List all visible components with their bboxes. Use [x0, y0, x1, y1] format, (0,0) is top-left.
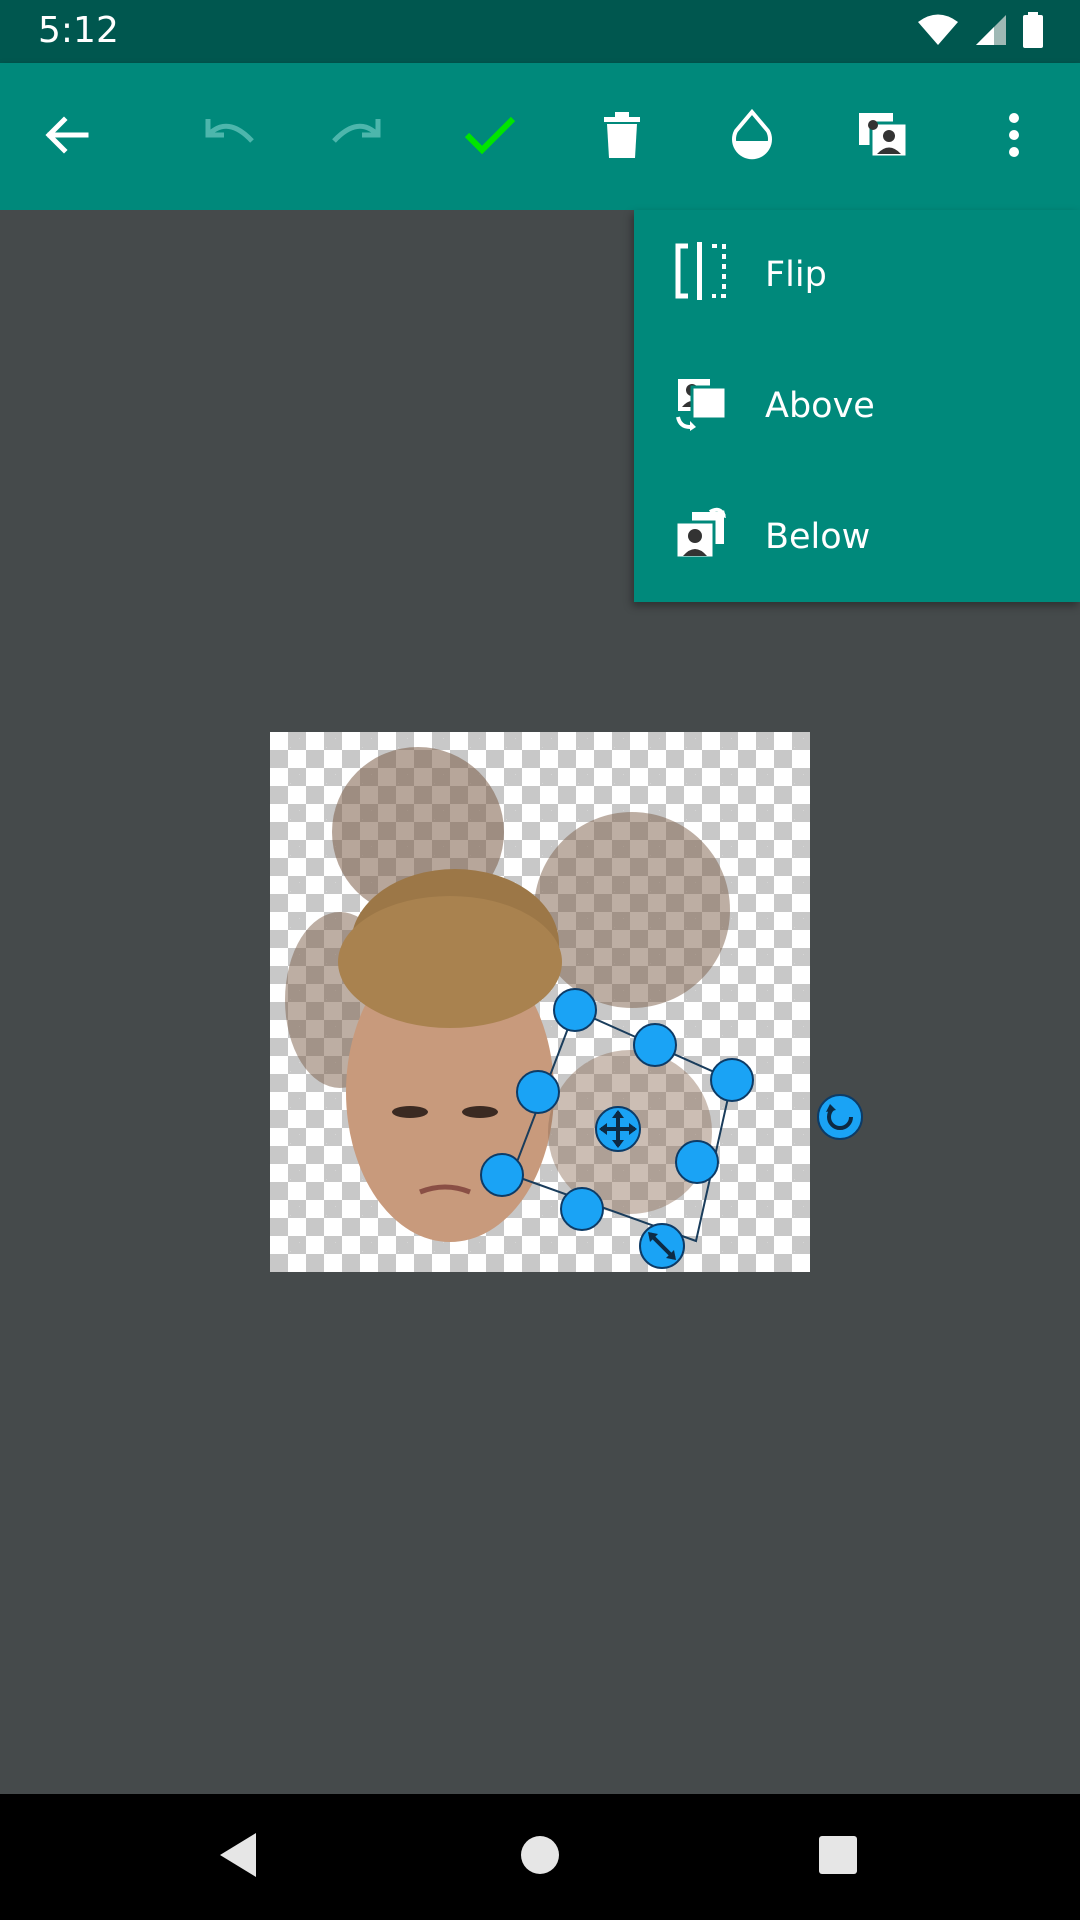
layers-button[interactable]: [845, 99, 921, 175]
layers-icon: [857, 111, 909, 163]
opacity-button[interactable]: [714, 99, 790, 175]
resize-handle-icon[interactable]: [639, 1223, 685, 1269]
delete-button[interactable]: [584, 99, 660, 175]
eye-shape: [462, 1106, 498, 1118]
overflow-menu-button[interactable]: [976, 99, 1052, 175]
back-button[interactable]: [28, 99, 104, 175]
wifi-icon: [916, 13, 960, 51]
arrow-left-icon: [42, 111, 90, 163]
menu-item-above[interactable]: Above: [634, 341, 1080, 472]
nav-home-button[interactable]: [505, 1822, 575, 1892]
move-handle-icon[interactable]: [595, 1106, 641, 1152]
nav-back-button[interactable]: [203, 1822, 273, 1892]
redo-icon: [330, 115, 386, 159]
more-vert-icon: [1007, 112, 1021, 162]
menu-item-label: Below: [765, 517, 871, 557]
hair-shape: [338, 896, 562, 1028]
redo-button[interactable]: [320, 99, 396, 175]
image-canvas[interactable]: [270, 732, 863, 1272]
drop-icon: [729, 108, 775, 165]
cellular-signal-icon: [974, 13, 1008, 51]
confirm-button[interactable]: [452, 99, 528, 175]
undo-button[interactable]: [190, 99, 266, 175]
nav-recents-button[interactable]: [803, 1822, 873, 1892]
menu-item-flip[interactable]: Flip: [634, 210, 1080, 341]
menu-item-label: Above: [765, 386, 875, 426]
check-icon: [464, 115, 516, 159]
nav-home-icon: [520, 1835, 560, 1879]
battery-icon: [1022, 12, 1044, 52]
face-sticker[interactable]: [534, 812, 730, 1008]
navigation-bar: [0, 1794, 1080, 1920]
status-time: 5:12: [38, 10, 119, 51]
overflow-menu: Flip Above Below: [634, 210, 1080, 602]
menu-item-label: Flip: [765, 255, 827, 295]
trash-icon: [602, 111, 642, 163]
nav-recents-icon: [818, 1835, 858, 1879]
status-icons: [916, 12, 1044, 52]
send-backward-icon: [674, 504, 728, 562]
flip-icon: [674, 242, 728, 300]
toolbar: [0, 63, 1080, 210]
status-bar: 5:12: [0, 0, 1080, 63]
eye-shape: [392, 1106, 428, 1118]
menu-item-below[interactable]: Below: [634, 472, 1080, 603]
sticker-layer: [285, 747, 863, 1269]
nav-back-icon: [216, 1831, 260, 1883]
rotate-handle-icon[interactable]: [817, 1094, 863, 1140]
bring-forward-icon: [674, 373, 728, 431]
undo-icon: [200, 115, 256, 159]
